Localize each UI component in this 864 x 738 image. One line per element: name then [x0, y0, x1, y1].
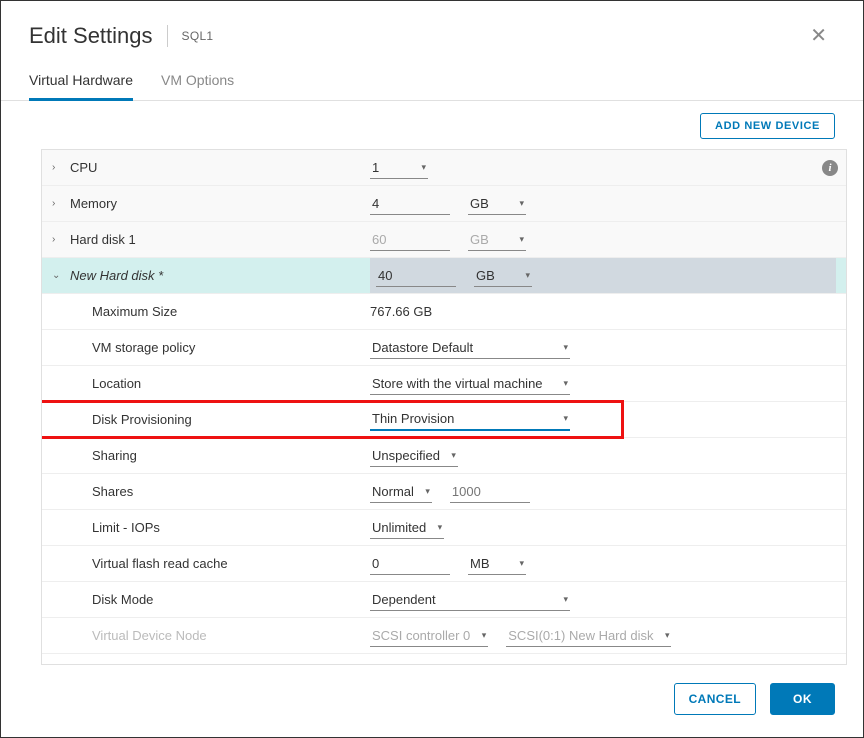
row-cpu[interactable]: › CPU 1 ▾ i — [42, 150, 846, 186]
chevron-down-icon: ▾ — [563, 413, 568, 424]
sharing-select[interactable]: Unspecified ▾ — [370, 445, 458, 467]
label-memory: Memory — [70, 196, 370, 211]
shares-level-select[interactable]: Normal ▾ — [370, 481, 432, 503]
chevron-right-icon: › — [52, 162, 64, 173]
dialog-header: Edit Settings SQL1 ✕ — [1, 1, 863, 66]
new-hdd-unit-select[interactable]: GB ▾ — [474, 265, 532, 287]
cpu-select[interactable]: 1 ▾ — [370, 157, 428, 179]
row-limit-iops: Limit - IOPs Unlimited ▾ — [42, 510, 846, 546]
location-value: Store with the virtual machine — [372, 376, 543, 391]
vfrc-unit: MB — [470, 556, 490, 571]
dialog-title: Edit Settings — [29, 23, 153, 49]
hdd1-unit-select[interactable]: GB ▾ — [468, 229, 526, 251]
chevron-down-icon: ▾ — [519, 198, 524, 209]
label-vfrc: Virtual flash read cache — [70, 556, 370, 571]
cancel-button[interactable]: CANCEL — [674, 683, 756, 715]
storage-policy-value: Datastore Default — [372, 340, 473, 355]
limit-iops-select[interactable]: Unlimited ▾ — [370, 517, 444, 539]
tab-vm-options[interactable]: VM Options — [161, 66, 234, 101]
tabs: Virtual Hardware VM Options — [1, 66, 863, 101]
title-divider — [167, 25, 168, 47]
row-max-size: Maximum Size 767.66 GB — [42, 294, 846, 330]
chevron-right-icon: › — [52, 234, 64, 245]
row-disk-provisioning: Disk Provisioning Thin Provision ▾ — [42, 402, 846, 438]
chevron-down-icon: ▾ — [665, 630, 670, 641]
row-virtual-device-node: Virtual Device Node SCSI controller 0 ▾ … — [42, 618, 846, 654]
disk-mode-value: Dependent — [372, 592, 436, 607]
limit-iops-value: Unlimited — [372, 520, 426, 535]
row-hard-disk-1[interactable]: › Hard disk 1 GB ▾ — [42, 222, 846, 258]
chevron-down-icon: ▾ — [438, 522, 443, 533]
chevron-down-icon: ▾ — [421, 162, 426, 173]
chevron-down-icon: ▾ — [519, 558, 524, 569]
vdn-controller: SCSI controller 0 — [372, 628, 470, 643]
label-hdd1: Hard disk 1 — [70, 232, 370, 247]
hdd1-size-input[interactable] — [370, 229, 450, 251]
row-sharing: Sharing Unspecified ▾ — [42, 438, 846, 474]
dialog-footer: CANCEL OK — [1, 665, 863, 737]
label-new-hdd: New Hard disk * — [70, 268, 370, 283]
add-new-device-button[interactable]: ADD NEW DEVICE — [700, 113, 835, 139]
label-vdn: Virtual Device Node — [70, 628, 370, 643]
vfrc-unit-select[interactable]: MB ▾ — [468, 553, 526, 575]
hdd1-unit: GB — [470, 232, 489, 247]
row-memory[interactable]: › Memory GB ▾ — [42, 186, 846, 222]
label-max-size: Maximum Size — [70, 304, 370, 319]
label-sharing: Sharing — [70, 448, 370, 463]
new-hdd-unit: GB — [476, 268, 495, 283]
hardware-table: › CPU 1 ▾ i › Memory GB ▾ — [1, 149, 863, 665]
chevron-down-icon: ▾ — [519, 234, 524, 245]
chevron-down-icon: ▾ — [425, 486, 430, 497]
label-location: Location — [70, 376, 370, 391]
max-size-value: 767.66 GB — [370, 304, 432, 319]
cpu-value: 1 — [372, 160, 379, 175]
disk-provisioning-value: Thin Provision — [372, 411, 454, 426]
sharing-value: Unspecified — [372, 448, 440, 463]
chevron-down-icon: ▾ — [451, 450, 456, 461]
memory-unit-select[interactable]: GB ▾ — [468, 193, 526, 215]
location-select[interactable]: Store with the virtual machine ▾ — [370, 373, 570, 395]
vdn-slot: SCSI(0:1) New Hard disk — [508, 628, 653, 643]
memory-input[interactable] — [370, 193, 450, 215]
vdn-controller-select[interactable]: SCSI controller 0 ▾ — [370, 625, 488, 647]
ok-button[interactable]: OK — [770, 683, 835, 715]
new-hdd-size-input[interactable] — [376, 265, 456, 287]
label-shares: Shares — [70, 484, 370, 499]
storage-policy-select[interactable]: Datastore Default ▾ — [370, 337, 570, 359]
close-icon[interactable]: ✕ — [802, 19, 835, 52]
shares-value-input[interactable] — [450, 481, 530, 503]
scroll-area[interactable]: › CPU 1 ▾ i › Memory GB ▾ — [41, 149, 847, 665]
chevron-right-icon: › — [52, 198, 64, 209]
row-disk-mode: Disk Mode Dependent ▾ — [42, 582, 846, 618]
label-disk-provisioning: Disk Provisioning — [70, 412, 370, 427]
vfrc-input[interactable] — [370, 553, 450, 575]
chevron-down-icon: ▾ — [563, 342, 568, 353]
info-icon[interactable]: i — [822, 160, 838, 176]
label-limit-iops: Limit - IOPs — [70, 520, 370, 535]
edit-settings-dialog: Edit Settings SQL1 ✕ Virtual Hardware VM… — [0, 0, 864, 738]
chevron-down-icon: ▾ — [525, 270, 530, 281]
chevron-down-icon: ▾ — [563, 594, 568, 605]
row-vfrc: Virtual flash read cache MB ▾ — [42, 546, 846, 582]
label-cpu: CPU — [70, 160, 370, 175]
disk-provisioning-select[interactable]: Thin Provision ▾ — [370, 408, 570, 431]
toolbar: ADD NEW DEVICE — [1, 101, 863, 149]
row-storage-policy: VM storage policy Datastore Default ▾ — [42, 330, 846, 366]
shares-level: Normal — [372, 484, 414, 499]
memory-unit: GB — [470, 196, 489, 211]
row-new-hard-disk[interactable]: ⌄ New Hard disk * GB ▾ — [42, 258, 846, 294]
label-storage-policy: VM storage policy — [70, 340, 370, 355]
row-shares: Shares Normal ▾ — [42, 474, 846, 510]
chevron-down-icon: ▾ — [563, 378, 568, 389]
chevron-down-icon: ⌄ — [52, 270, 64, 281]
vm-name: SQL1 — [182, 29, 214, 43]
chevron-down-icon: ▾ — [482, 630, 487, 641]
disk-mode-select[interactable]: Dependent ▾ — [370, 589, 570, 611]
tab-virtual-hardware[interactable]: Virtual Hardware — [29, 66, 133, 101]
row-location: Location Store with the virtual machine … — [42, 366, 846, 402]
label-disk-mode: Disk Mode — [70, 592, 370, 607]
vdn-slot-select[interactable]: SCSI(0:1) New Hard disk ▾ — [506, 625, 671, 647]
